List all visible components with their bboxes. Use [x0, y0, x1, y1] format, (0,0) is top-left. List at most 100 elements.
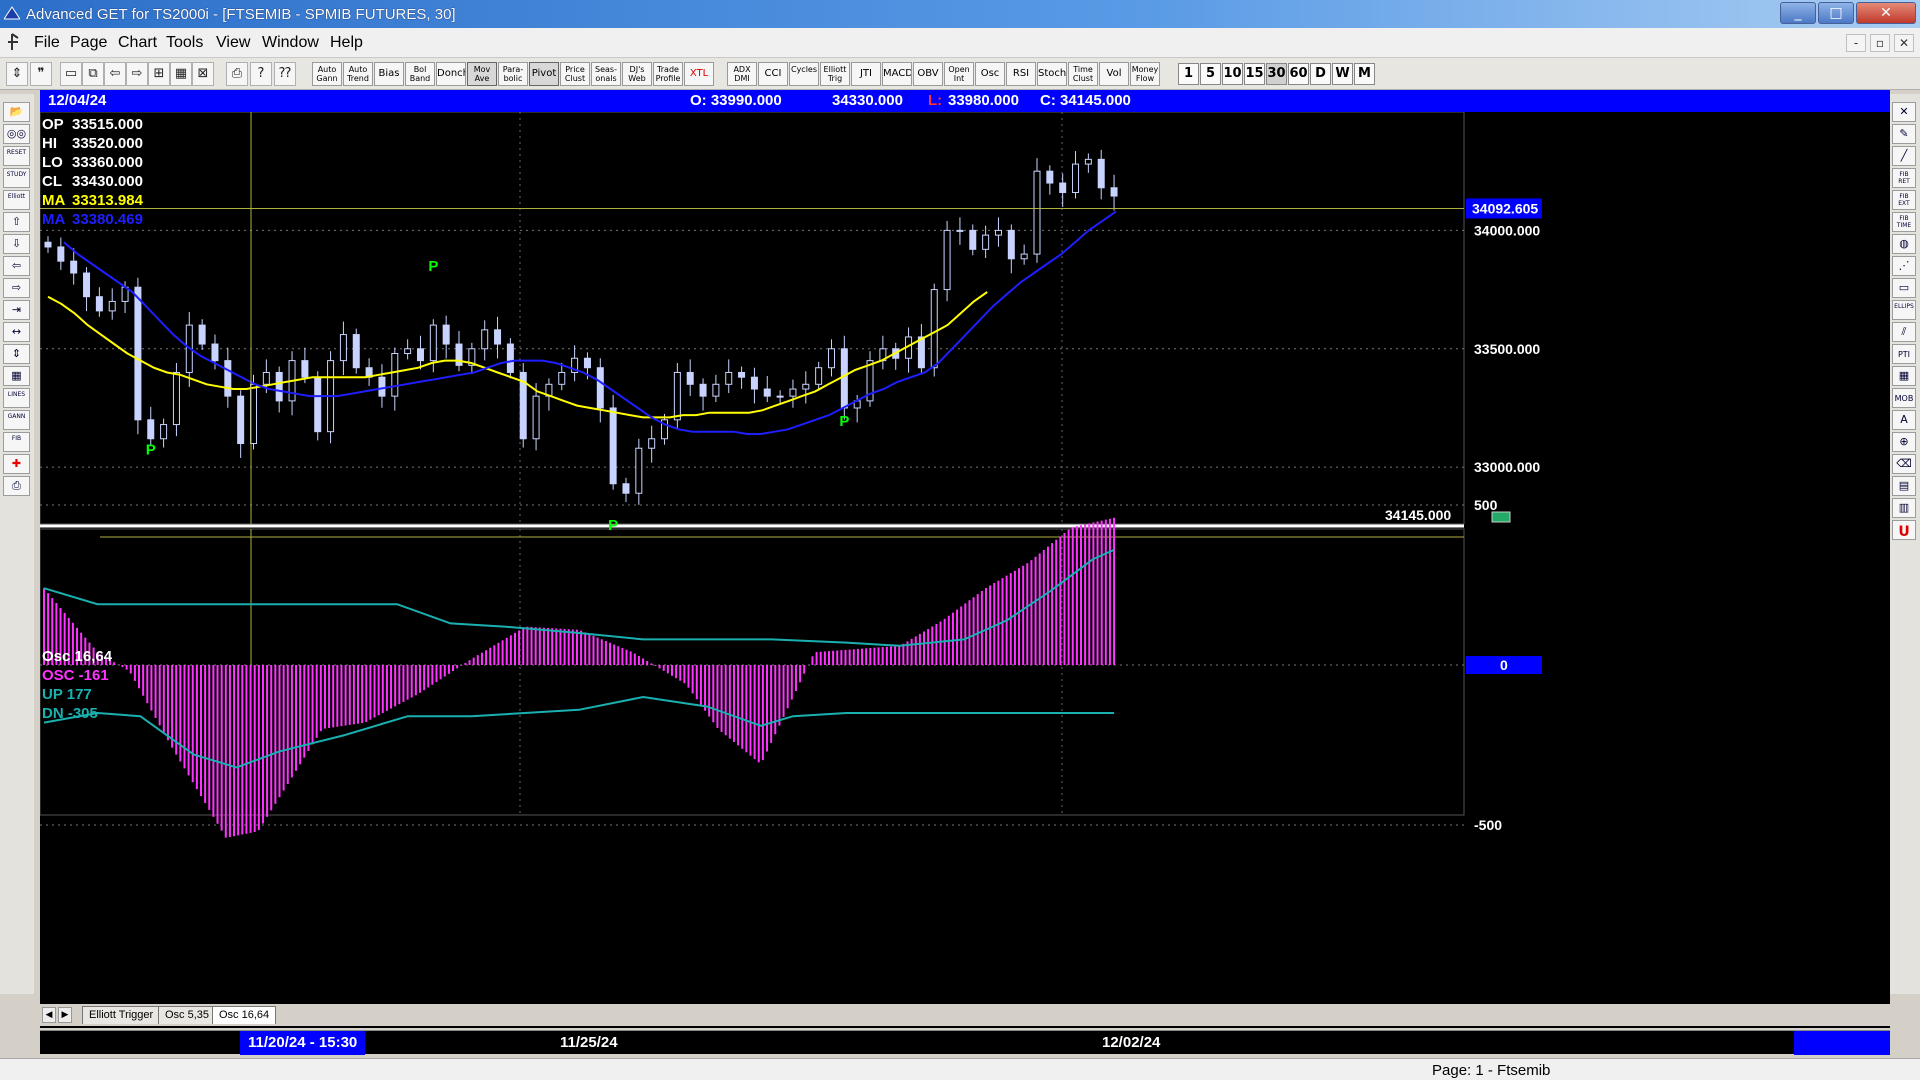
back-icon[interactable]: ⇦ — [104, 62, 126, 86]
tile-icon[interactable]: ⊞ — [148, 62, 170, 86]
study-button-xtl[interactable]: XTL — [684, 62, 714, 86]
menu-chart[interactable]: Chart — [118, 34, 157, 52]
down-arrow-icon[interactable]: ⇩ — [3, 234, 30, 254]
binoculars-icon[interactable]: ◎◎ — [3, 124, 30, 144]
study-button-stoch[interactable]: Stoch — [1037, 62, 1067, 86]
study-button-cci[interactable]: CCI — [758, 62, 788, 86]
left-arrow-icon[interactable]: ⇦ — [3, 256, 30, 276]
print-icon[interactable]: ⎙ — [3, 476, 30, 496]
maximize-button[interactable]: □ — [1818, 2, 1854, 24]
layers-icon[interactable]: ▥ — [1892, 498, 1916, 518]
study-button-bias[interactable]: Bias — [374, 62, 404, 86]
grid-icon[interactable]: ▦ — [1892, 366, 1916, 386]
study-button-time-clust[interactable]: Time Clust — [1068, 62, 1098, 86]
tab-prev-button[interactable]: ◀ — [42, 1007, 56, 1023]
help-icon[interactable]: ? — [250, 62, 272, 86]
line-icon[interactable]: ╱ — [1892, 146, 1916, 166]
right-arrow-icon[interactable]: ⇨ — [3, 278, 30, 298]
close-icon[interactable]: ✕ — [1892, 102, 1916, 122]
cancel-icon[interactable]: ⊠ — [192, 62, 214, 86]
study-button-auto-trend[interactable]: Auto Trend — [343, 62, 373, 86]
cycle-icon[interactable]: ◍ — [1892, 234, 1916, 254]
chart-area[interactable]: P P P P 34000.000 33500.000 33000.000 34092.605… — [40, 112, 1890, 1028]
study-button-adx-dmi[interactable]: ADX DMI — [727, 62, 757, 86]
print-icon[interactable]: ⎙ — [226, 62, 248, 86]
tool-lines[interactable]: LINES — [3, 388, 30, 408]
timeframe-button-15[interactable]: 15 — [1244, 63, 1265, 85]
tool-ellips[interactable]: ELLIPS — [1892, 300, 1916, 320]
magnify-icon[interactable]: ⊕ — [1892, 432, 1916, 452]
timeframe-button-10[interactable]: 10 — [1222, 63, 1243, 85]
tab-osc-5-35[interactable]: Osc 5,35 — [158, 1006, 217, 1024]
zoom-icon[interactable]: ⇕ — [3, 344, 30, 364]
study-button-obv[interactable]: OBV — [913, 62, 943, 86]
study-button-auto-gann[interactable]: Auto Gann — [312, 62, 342, 86]
study-button-mov-ave[interactable]: Mov Ave — [467, 62, 497, 86]
tool-fib-ext[interactable]: FIB EXT — [1892, 190, 1916, 210]
chart-canvas[interactable]: P P P P 34000.000 33500.000 33000.000 34092.605… — [40, 112, 1890, 1004]
timeframe-button-5[interactable]: 5 — [1200, 63, 1221, 85]
menu-window[interactable]: Window — [262, 34, 319, 52]
tool-fib-ret[interactable]: FIB RET — [1892, 168, 1916, 188]
tool-fib-time[interactable]: FIB TIME — [1892, 212, 1916, 232]
menu-tools[interactable]: Tools — [166, 34, 203, 52]
mdi-minimize-button[interactable]: - — [1846, 34, 1866, 52]
tool-u[interactable]: U — [1892, 520, 1916, 540]
menu-view[interactable]: View — [216, 34, 250, 52]
tool-pti[interactable]: PTI — [1892, 344, 1916, 364]
tab-elliott-trigger[interactable]: Elliott Trigger — [82, 1006, 161, 1024]
grid-icon[interactable]: ▦ — [3, 366, 30, 386]
timeframe-button-30[interactable]: 30 — [1266, 63, 1287, 85]
menu-file[interactable]: File — [34, 34, 60, 52]
tool-fib[interactable]: FIB — [3, 432, 30, 452]
quote-icon[interactable]: ❞ — [30, 62, 52, 86]
compress-icon[interactable]: ⇥ — [3, 300, 30, 320]
study-button-rsi[interactable]: RSI — [1006, 62, 1036, 86]
study-button-elliott-trig[interactable]: Elliott Trig — [820, 62, 850, 86]
up-arrow-icon[interactable]: ⇧ — [3, 212, 30, 232]
open-icon[interactable]: 📂 — [3, 102, 30, 122]
timeframe-button-60[interactable]: 60 — [1288, 63, 1309, 85]
study-button-bol-band[interactable]: Bol Band — [405, 62, 435, 86]
study-button-para-bolic[interactable]: Para-bolic — [498, 62, 528, 86]
timeframe-button-d[interactable]: D — [1310, 63, 1331, 85]
timeframe-button-1[interactable]: 1 — [1178, 63, 1199, 85]
pointer-icon[interactable]: ⇕ — [6, 62, 28, 86]
study-button-trade-profile[interactable]: Trade Profile — [653, 62, 683, 86]
grid2-icon[interactable]: ▤ — [1892, 476, 1916, 496]
study-button-money-flow[interactable]: Money Flow — [1130, 62, 1160, 86]
study-button-seas-onals[interactable]: Seas-onals — [591, 62, 621, 86]
channel-icon[interactable]: ⫽ — [1892, 322, 1916, 342]
fan-icon[interactable]: ⋰ — [1892, 256, 1916, 276]
pencil-icon[interactable]: ✎ — [1892, 124, 1916, 144]
tool-study[interactable]: STUDY — [3, 168, 30, 188]
study-button-cycles[interactable]: Cycles — [789, 62, 819, 86]
study-button-jti[interactable]: JTI — [851, 62, 881, 86]
crosshair-icon[interactable]: ✚ — [3, 454, 30, 474]
tool-reset[interactable]: RESET — [3, 146, 30, 166]
copy-icon[interactable]: ⧉ — [82, 62, 104, 86]
eraser-icon[interactable]: ⌫ — [1892, 454, 1916, 474]
close-button[interactable]: ✕ — [1856, 2, 1916, 24]
tab-osc-16-64[interactable]: Osc 16,64 — [212, 1006, 277, 1024]
expand-icon[interactable]: ↔ — [3, 322, 30, 342]
whatsthis-icon[interactable]: ⁇ — [274, 62, 296, 86]
box-icon[interactable]: ▭ — [1892, 278, 1916, 298]
page-icon[interactable]: ▭ — [60, 62, 82, 86]
study-button-vol[interactable]: Vol — [1099, 62, 1129, 86]
text-icon[interactable]: A — [1892, 410, 1916, 430]
menu-help[interactable]: Help — [330, 34, 363, 52]
mdi-close-button[interactable]: ✕ — [1894, 34, 1914, 52]
study-button-dj-s-web[interactable]: DJ's Web — [622, 62, 652, 86]
tool-gann[interactable]: GANN — [3, 410, 30, 430]
timeframe-button-m[interactable]: M — [1354, 63, 1375, 85]
tab-next-button[interactable]: ▶ — [58, 1007, 72, 1023]
grid-icon[interactable]: ▦ — [170, 62, 192, 86]
study-button-open-int[interactable]: Open Int — [944, 62, 974, 86]
tool-elliott[interactable]: Elliott — [3, 190, 30, 210]
tool-mob[interactable]: MOB — [1892, 388, 1916, 408]
forward-icon[interactable]: ⇨ — [126, 62, 148, 86]
timeframe-button-w[interactable]: W — [1332, 63, 1353, 85]
study-button-pivot[interactable]: Pivot — [529, 62, 559, 86]
study-button-osc[interactable]: Osc — [975, 62, 1005, 86]
